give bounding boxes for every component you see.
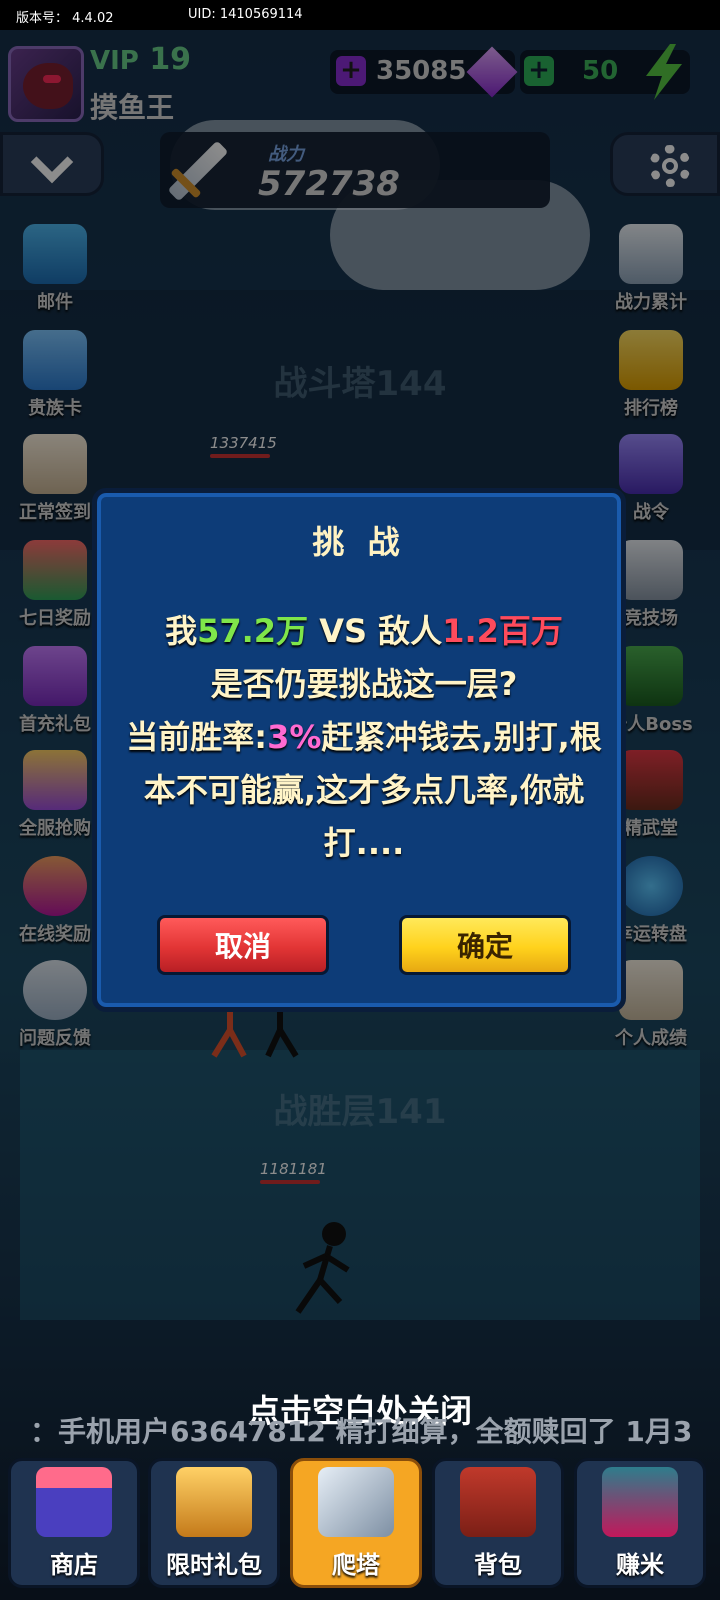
backpack-icon bbox=[460, 1467, 536, 1537]
confirm-button[interactable]: 确定 bbox=[399, 915, 571, 975]
me-label: 我 bbox=[165, 612, 198, 650]
win-rate-label: 当前胜率: bbox=[126, 718, 268, 756]
cancel-button[interactable]: 取消 bbox=[157, 915, 329, 975]
win-rate-line: 当前胜率:3%赶紧冲钱去,别打,根本不可能赢,这才多点几率,你就打.... bbox=[117, 711, 611, 870]
treasure-chest-icon bbox=[176, 1467, 252, 1537]
nav-label: 爬塔 bbox=[332, 1551, 380, 1579]
nav-label: 限时礼包 bbox=[166, 1551, 262, 1579]
nav-label: 赚米 bbox=[616, 1551, 664, 1579]
my-power: 57.2万 bbox=[197, 612, 309, 650]
nav-tower[interactable]: 爬塔 bbox=[290, 1458, 422, 1588]
nav-label: 背包 bbox=[474, 1551, 522, 1579]
uid-text: UID: 1410569114 bbox=[188, 7, 303, 22]
nav-earn[interactable]: 赚米 bbox=[574, 1458, 706, 1588]
bottom-nav: 商店 限时礼包 爬塔 背包 赚米 bbox=[0, 1450, 720, 1600]
enemy-power: 1.2百万 bbox=[442, 612, 563, 650]
dialog-title: 挑 战 bbox=[312, 523, 406, 561]
crossed-swords-icon bbox=[318, 1467, 394, 1537]
win-rate-value: 3% bbox=[267, 718, 322, 756]
nav-backpack[interactable]: 背包 bbox=[432, 1458, 564, 1588]
nav-label: 商店 bbox=[50, 1551, 98, 1579]
status-bar: 版本号： 4.4.02 UID: 1410569114 bbox=[0, 0, 720, 30]
dialog-message: 我57.2万 VS 敌人1.2百万 是否仍要挑战这一层? 当前胜率:3%赶紧冲钱… bbox=[117, 605, 611, 870]
shop-icon bbox=[36, 1467, 112, 1537]
version-text: 版本号： 4.4.02 bbox=[16, 11, 114, 26]
confirm-question: 是否仍要挑战这一层? bbox=[210, 665, 518, 703]
nav-shop[interactable]: 商店 bbox=[8, 1458, 140, 1588]
real-world-icon bbox=[602, 1467, 678, 1537]
power-compare-line: 我57.2万 VS 敌人1.2百万 bbox=[117, 605, 611, 658]
news-ticker: ：手机用户63647812 精打细算，全额赎回了 1月3 bbox=[30, 1415, 693, 1448]
nav-limited-gift[interactable]: 限时礼包 bbox=[148, 1458, 280, 1588]
challenge-dialog: 挑 战 我57.2万 VS 敌人1.2百万 是否仍要挑战这一层? 当前胜率:3%… bbox=[92, 488, 626, 1012]
vs-label: VS 敌人 bbox=[308, 612, 443, 650]
